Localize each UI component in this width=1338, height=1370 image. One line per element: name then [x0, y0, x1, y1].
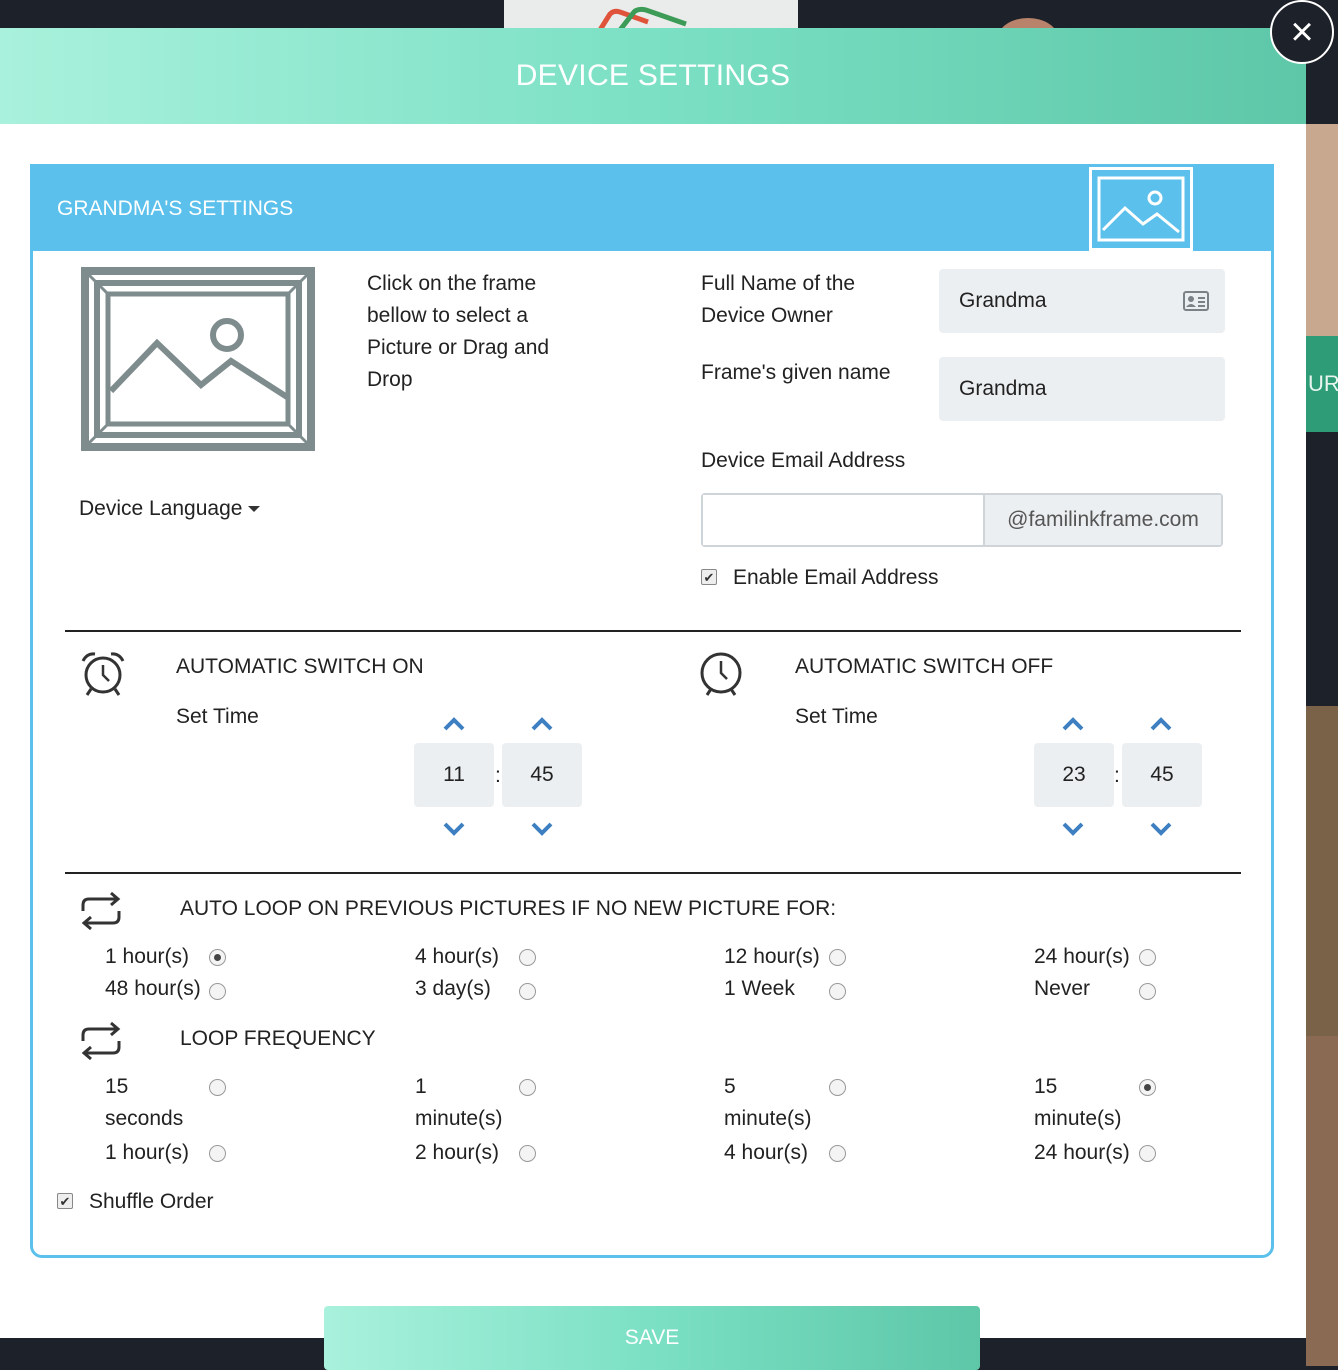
switch-on-title: AUTOMATIC SWITCH ON	[176, 655, 424, 678]
email-group: @familinkframe.com	[701, 493, 1223, 547]
shuffle-order-checkbox[interactable]: ✔	[57, 1193, 73, 1209]
background-right-strip: URE	[1306, 30, 1338, 1370]
device-settings-modal: DEVICE SETTINGS GRANDMA'S SETTINGS Click…	[0, 28, 1306, 1338]
switch-off-title: AUTOMATIC SWITCH OFF	[795, 655, 1054, 678]
email-input[interactable]	[703, 495, 983, 545]
loop-icon	[81, 1021, 121, 1061]
chevron-down-icon[interactable]	[1061, 821, 1085, 837]
switch-on-set-time-label: Set Time	[176, 705, 259, 728]
email-label: Device Email Address	[701, 449, 906, 472]
chevron-up-icon[interactable]	[530, 716, 554, 732]
enable-email-checkbox[interactable]: ✔	[701, 569, 717, 585]
close-icon[interactable]: ×	[1270, 0, 1334, 64]
device-language-label: Device Language	[79, 497, 243, 520]
auto-loop-radio[interactable]	[519, 949, 536, 966]
picture-hint: Click on the frame bellow to select a Pi…	[367, 272, 550, 391]
loop-frequency-radio[interactable]	[209, 1145, 226, 1162]
divider	[65, 630, 1241, 632]
auto-loop-title: AUTO LOOP ON PREVIOUS PICTURES IF NO NEW…	[180, 897, 837, 920]
loop-frequency-option-label: 1 minute(s)	[415, 1075, 503, 1130]
auto-loop-option-label: 48 hour(s)	[105, 977, 201, 1000]
auto-loop-option-label: 24 hour(s)	[1034, 945, 1130, 968]
loop-frequency-option-label: 1 hour(s)	[105, 1141, 190, 1164]
owner-name-value: Grandma	[959, 289, 1047, 312]
auto-loop-radio[interactable]	[519, 983, 536, 1000]
loop-frequency-option-label: 15 seconds	[105, 1075, 184, 1130]
auto-loop-radio[interactable]	[1139, 949, 1156, 966]
auto-loop-option-label: 1 Week	[724, 977, 795, 1000]
switch-on-minute[interactable]: 45	[502, 743, 582, 807]
settings-panel: GRANDMA'S SETTINGS Click on the frame be…	[30, 164, 1274, 1258]
switch-off-set-time-label: Set Time	[795, 705, 878, 728]
enable-email-label: Enable Email Address	[733, 566, 939, 589]
panel-title: GRANDMA'S SETTINGS	[57, 197, 294, 220]
email-suffix: @familinkframe.com	[983, 495, 1221, 545]
chevron-down-icon[interactable]	[530, 821, 554, 837]
alarm-clock-icon	[81, 652, 125, 696]
switch-off-minute[interactable]: 45	[1122, 743, 1202, 807]
loop-frequency-radio[interactable]	[209, 1079, 226, 1096]
auto-loop-option-label: 3 day(s)	[415, 977, 491, 1000]
auto-loop-radio[interactable]	[829, 949, 846, 966]
loop-frequency-option-label: 5 minute(s)	[724, 1075, 812, 1130]
frame-name-field[interactable]: Grandma	[939, 357, 1225, 421]
loop-frequency-radio[interactable]	[829, 1145, 846, 1162]
auto-loop-radio[interactable]	[829, 983, 846, 1000]
frame-name-label: Frame's given name	[701, 361, 891, 384]
loop-frequency-option-label: 4 hour(s)	[724, 1141, 809, 1164]
owner-label: Full Name of the Device Owner	[701, 272, 856, 327]
modal-header: DEVICE SETTINGS	[0, 28, 1306, 124]
background-tab-text: URE	[1306, 336, 1338, 432]
auto-loop-option-label: Never	[1034, 977, 1091, 1000]
chevron-down-icon[interactable]	[1149, 821, 1173, 837]
caret-down-icon	[248, 506, 261, 513]
panel-header: GRANDMA'S SETTINGS	[33, 167, 1271, 251]
contact-card-icon	[1183, 291, 1209, 311]
loop-frequency-option-label: 2 hour(s)	[415, 1141, 500, 1164]
auto-loop-option-label: 4 hour(s)	[415, 945, 500, 968]
device-language-dropdown[interactable]: Device Language	[79, 497, 261, 521]
chevron-down-icon[interactable]	[442, 821, 466, 837]
auto-loop-radio[interactable]	[209, 949, 226, 966]
switch-off-hour[interactable]: 23	[1034, 743, 1114, 807]
image-placeholder-icon	[1097, 176, 1185, 242]
divider	[65, 872, 1241, 874]
chevron-up-icon[interactable]	[1061, 716, 1085, 732]
loop-frequency-radio[interactable]	[1139, 1079, 1156, 1096]
loop-frequency-radio[interactable]	[1139, 1145, 1156, 1162]
time-separator: :	[495, 764, 501, 787]
loop-frequency-radio[interactable]	[519, 1079, 536, 1096]
save-button[interactable]: SAVE	[324, 1306, 980, 1370]
switch-on-hour[interactable]: 11	[414, 743, 494, 807]
loop-frequency-option-label: 15 minute(s)	[1034, 1075, 1122, 1130]
auto-loop-option-label: 12 hour(s)	[724, 945, 820, 968]
loop-icon	[81, 891, 121, 931]
auto-loop-radio[interactable]	[209, 983, 226, 1000]
chevron-up-icon[interactable]	[442, 716, 466, 732]
loop-frequency-radio[interactable]	[519, 1145, 536, 1162]
chevron-up-icon[interactable]	[1149, 716, 1173, 732]
shuffle-order-label: Shuffle Order	[89, 1190, 214, 1213]
loop-frequency-radio[interactable]	[829, 1079, 846, 1096]
loop-frequency-option-label: 24 hour(s)	[1034, 1141, 1130, 1164]
background-logo-icon	[597, 6, 687, 30]
loop-frequency-title: LOOP FREQUENCY	[180, 1027, 376, 1050]
header-image-button[interactable]	[1089, 167, 1193, 251]
auto-loop-radio[interactable]	[1139, 983, 1156, 1000]
time-separator: :	[1114, 764, 1120, 787]
picture-frame-icon[interactable]	[81, 267, 315, 451]
clock-icon	[700, 652, 742, 696]
owner-name-field[interactable]: Grandma	[939, 269, 1225, 333]
modal-title: DEVICE SETTINGS	[515, 59, 791, 92]
auto-loop-option-label: 1 hour(s)	[105, 945, 190, 968]
frame-name-value: Grandma	[959, 377, 1047, 400]
